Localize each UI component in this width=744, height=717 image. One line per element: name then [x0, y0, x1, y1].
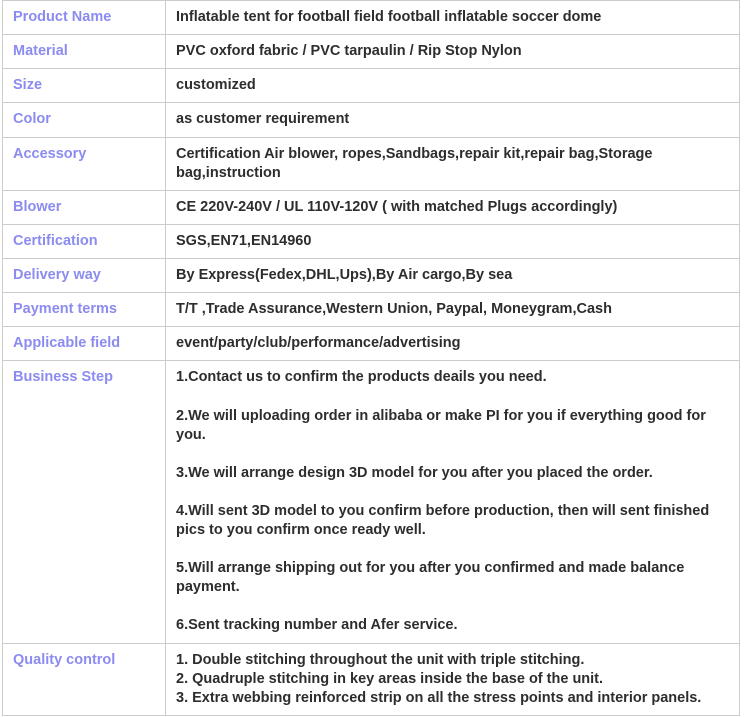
- spec-value-delivery-way: By Express(Fedex,DHL,Ups),By Air cargo,B…: [165, 257, 740, 294]
- table-row: Size customized: [2, 68, 740, 104]
- spec-value-material: PVC oxford fabric / PVC tarpaulin / Rip …: [165, 34, 740, 70]
- spec-value-product-name: Inflatable tent for football field footb…: [165, 0, 740, 36]
- quality-control-line: 3. Extra webbing reinforced strip on all…: [176, 689, 702, 706]
- table-row-business-step: Business Step 1.Contact us to confirm th…: [2, 360, 740, 644]
- spec-value-certification: SGS,EN71,EN14960: [165, 223, 740, 260]
- spec-value-payment-terms: T/T ,Trade Assurance,Western Union, Payp…: [165, 292, 740, 328]
- spec-label-applicable-field: Applicable field: [2, 326, 166, 362]
- spec-label-accessory: Accessory: [2, 136, 166, 191]
- table-row: Blower CE 220V-240V / UL 110V-120V ( wit…: [2, 189, 740, 225]
- table-row: Payment terms T/T ,Trade Assurance,Weste…: [2, 292, 740, 328]
- spec-value-blower: CE 220V-240V / UL 110V-120V ( with match…: [165, 189, 740, 225]
- spec-label-size: Size: [2, 68, 166, 104]
- spec-value-color: as customer requirement: [165, 102, 740, 138]
- spec-label-certification: Certification: [2, 223, 166, 260]
- table-row: Delivery way By Express(Fedex,DHL,Ups),B…: [2, 257, 740, 294]
- spec-value-accessory: Certification Air blower, ropes,Sandbags…: [165, 136, 740, 191]
- business-step-paragraph: 3.We will arrange design 3D model for yo…: [176, 464, 653, 481]
- spec-label-material: Material: [2, 34, 166, 70]
- table-row-quality-control: Quality control 1. Double stitching thro…: [2, 642, 740, 716]
- table-body: Product Name Inflatable tent for footbal…: [2, 0, 740, 716]
- spec-label-delivery-way: Delivery way: [2, 257, 166, 294]
- spec-label-color: Color: [2, 102, 166, 138]
- spec-value-quality-control: 1. Double stitching throughout the unit …: [165, 642, 740, 716]
- business-step-paragraph: 6.Sent tracking number and Afer service.: [176, 617, 458, 634]
- table-row: Product Name Inflatable tent for footbal…: [2, 0, 740, 36]
- table-row: Accessory Certification Air blower, rope…: [2, 136, 740, 191]
- business-step-paragraph: 4.Will sent 3D model to you confirm befo…: [176, 502, 710, 538]
- spec-label-product-name: Product Name: [2, 0, 166, 36]
- product-specification-table: Product Name Inflatable tent for footbal…: [2, 0, 740, 716]
- spec-label-blower: Blower: [2, 189, 166, 225]
- spec-value-applicable-field: event/party/club/performance/advertising: [165, 326, 740, 362]
- table-row: Color as customer requirement: [2, 102, 740, 138]
- business-step-paragraph: 2.We will uploading order in alibaba or …: [176, 407, 706, 443]
- table-row: Material PVC oxford fabric / PVC tarpaul…: [2, 34, 740, 70]
- spec-value-business-step: 1.Contact us to confirm the products dea…: [165, 360, 740, 644]
- table-row: Certification SGS,EN71,EN14960: [2, 223, 740, 260]
- quality-control-line: 2. Quadruple stitching in key areas insi…: [176, 670, 604, 687]
- spec-label-business-step: Business Step: [2, 360, 166, 644]
- quality-control-line: 1. Double stitching throughout the unit …: [176, 651, 585, 668]
- spec-label-quality-control: Quality control: [2, 642, 166, 716]
- spec-value-size: customized: [165, 68, 740, 104]
- business-step-paragraph: 5.Will arrange shipping out for you afte…: [176, 560, 685, 596]
- table-row: Applicable field event/party/club/perfor…: [2, 326, 740, 362]
- spec-label-payment-terms: Payment terms: [2, 292, 166, 328]
- business-step-paragraph: 1.Contact us to confirm the products dea…: [176, 369, 547, 386]
